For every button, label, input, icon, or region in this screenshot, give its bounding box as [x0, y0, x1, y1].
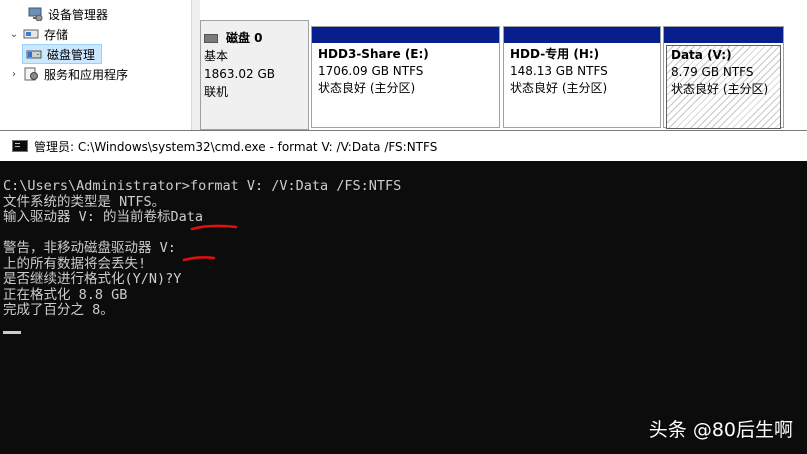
console-tree: 设备管理器 ⌄ 存储 磁盘管理 › 服务和应用程序	[0, 0, 192, 130]
tree-item-label: 设备管理器	[48, 7, 109, 22]
tree-item-device-manager[interactable]: 设备管理器	[12, 4, 108, 24]
partition-h[interactable]: HDD-专用 (H:) 148.13 GB NTFS 状态良好 (主分区)	[503, 26, 661, 128]
hard-disk-icon	[204, 33, 218, 43]
tree-item-storage[interactable]: ⌄ 存储	[8, 24, 68, 44]
text-cursor	[3, 331, 21, 334]
partition-status: 状态良好 (主分区)	[671, 82, 769, 96]
console-line: 警告，非移动磁盘驱动器 V:	[3, 240, 176, 256]
partition-size: 8.79 GB NTFS	[671, 65, 754, 79]
disk-management-icon	[26, 47, 42, 61]
pane-splitter[interactable]	[192, 0, 200, 130]
cmd-window[interactable]: 管理员: C:\Windows\system32\cmd.exe - forma…	[0, 130, 807, 454]
services-icon	[23, 67, 39, 81]
console-line: 是否继续进行格式化(Y/N)?Y	[3, 271, 182, 287]
tree-item-disk-management[interactable]: 磁盘管理	[22, 44, 103, 64]
console-cursor-line	[3, 319, 807, 334]
console-line: C:\Users\Administrator>format V: /V:Data…	[3, 178, 402, 194]
chevron-right-icon[interactable]: ›	[8, 69, 20, 80]
cmd-title: 管理员: C:\Windows\system32\cmd.exe - forma…	[34, 139, 438, 154]
chevron-down-icon[interactable]: ⌄	[8, 29, 20, 40]
disk-management-window: 设备管理器 ⌄ 存储 磁盘管理 › 服务和应用程序 磁盘 0 基本 1863.0…	[0, 0, 807, 130]
disk-name: 磁盘 0	[204, 29, 308, 47]
partition-size: 148.13 GB NTFS	[510, 64, 608, 78]
storage-icon	[23, 27, 39, 41]
partition-size: 1706.09 GB NTFS	[318, 64, 424, 78]
tree-item-label: 磁盘管理	[47, 47, 96, 62]
device-manager-icon	[27, 7, 43, 22]
watermark: 头条 @80后生啊	[648, 419, 793, 441]
partition-label: Data (V:)	[671, 48, 732, 62]
console-line: 正在格式化 8.8 GB	[3, 286, 128, 303]
disk-type: 基本	[204, 49, 229, 63]
partition-v[interactable]: Data (V:) 8.79 GB NTFS 状态良好 (主分区)	[663, 26, 784, 129]
cmd-title-bar[interactable]: 管理员: C:\Windows\system32\cmd.exe - forma…	[0, 131, 807, 161]
console-line: 文件系统的类型是 NTFS。	[3, 193, 166, 210]
partition-bar	[504, 27, 660, 43]
partition-label: HDD-专用 (H:)	[510, 47, 600, 61]
partition-status: 状态良好 (主分区)	[510, 81, 608, 95]
disk-size: 1863.02 GB	[204, 67, 275, 81]
tree-item-label: 服务和应用程序	[44, 67, 129, 82]
console-line: 完成了百分之 8。	[3, 302, 114, 318]
disk-status: 联机	[204, 85, 229, 99]
console-line: 输入驱动器 V: 的当前卷标Data	[3, 209, 204, 225]
tree-item-label: 存储	[44, 27, 69, 42]
console-output[interactable]: C:\Users\Administrator>format V: /V:Data…	[0, 161, 807, 454]
partition-bar	[312, 27, 499, 43]
console-line: 上的所有数据将会丢失!	[3, 255, 147, 272]
disk-name-label: 磁盘 0	[226, 31, 263, 45]
partition-bar	[664, 27, 783, 43]
partition-e[interactable]: HDD3-Share (E:) 1706.09 GB NTFS 状态良好 (主分…	[311, 26, 500, 128]
disk-info-panel[interactable]: 磁盘 0 基本 1863.02 GB 联机	[200, 20, 309, 130]
cmd-icon	[12, 140, 28, 152]
partition-label: HDD3-Share (E:)	[318, 47, 429, 61]
disk-row: 磁盘 0 基本 1863.02 GB 联机 HDD3-Share (E:) 17…	[200, 20, 807, 130]
partition-status: 状态良好 (主分区)	[318, 81, 416, 95]
tree-item-services[interactable]: › 服务和应用程序	[8, 64, 128, 84]
